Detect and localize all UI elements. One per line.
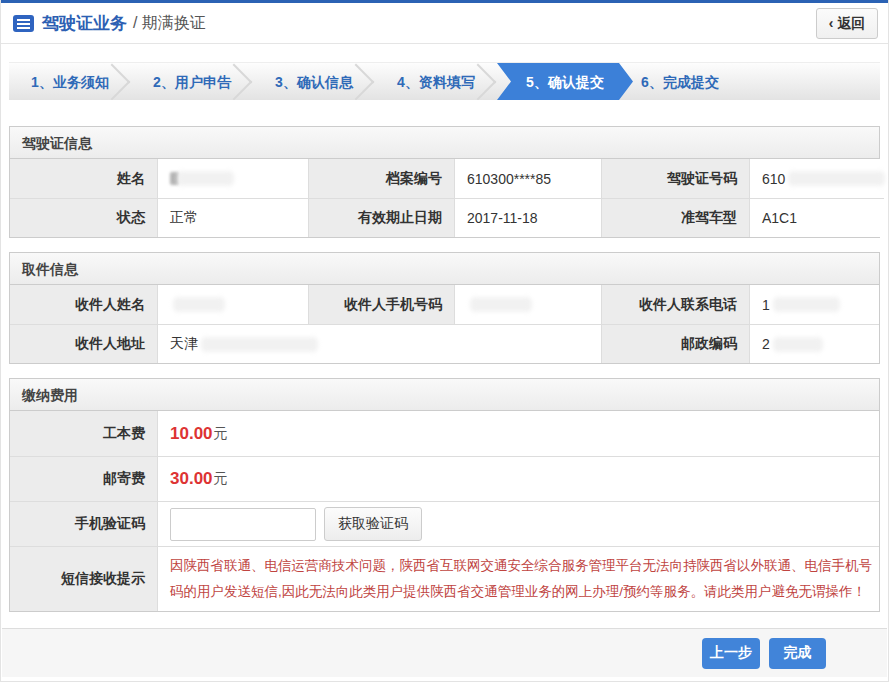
- redacted-blur: [178, 172, 233, 185]
- page-title: 驾驶证业务: [42, 12, 127, 35]
- step-6: 6、完成提交: [619, 63, 741, 100]
- section-title: 取件信息: [10, 253, 879, 285]
- field-value-text: 1: [762, 297, 770, 313]
- content: 驾驶证信息姓名 档案编号 610300****85 驾驶证号码 610 状态正常 有效期止日…: [1, 126, 888, 612]
- fee-value: 10.00元: [157, 411, 879, 456]
- field-value-text: 610: [762, 171, 785, 187]
- redacted-blur: [174, 298, 224, 311]
- redacted-blur: [789, 172, 884, 185]
- fee-value: 30.00元: [157, 456, 879, 501]
- field-label: 状态: [10, 198, 157, 237]
- field-value: [157, 285, 308, 324]
- field-value-text: A1C1: [762, 210, 797, 226]
- fee-amount: 10.00: [170, 424, 213, 444]
- field-value-text: 正常: [170, 209, 198, 227]
- field-label: 收件人姓名: [10, 285, 157, 324]
- field-label: 驾驶证号码: [601, 159, 749, 198]
- step-separator-chevron: [216, 64, 253, 100]
- field-value-text: 天津: [170, 335, 198, 353]
- field-label: 收件人联系电话: [601, 285, 749, 324]
- field-value: 610: [749, 159, 884, 198]
- field-value-text: 2: [762, 336, 770, 352]
- field-label: 收件人地址: [10, 324, 157, 363]
- fee-value: 因陕西省联通、电信运营商技术问题，陕西省互联网交通安全综合服务管理平台无法向持陕…: [157, 546, 879, 611]
- section-fees: 缴纳费用工本费10.00元邮寄费30.00元手机验证码获取验证码短信接收提示因陕…: [9, 378, 880, 612]
- fee-unit: 元: [214, 470, 228, 488]
- field-label: 邮政编码: [601, 324, 749, 363]
- redacted-blur: [202, 338, 317, 351]
- step-separator-chevron: [94, 64, 131, 100]
- field-value: 610300****85: [454, 159, 601, 198]
- step-breadcrumb: 1、业务须知2、用户申告3、确认信息4、资料填写5、确认提交6、完成提交: [9, 62, 880, 100]
- previous-step-button[interactable]: 上一步: [702, 638, 760, 669]
- verification-code-input[interactable]: [170, 508, 316, 541]
- field-label: 姓名: [10, 159, 157, 198]
- page: 驾驶证业务 / 期满换证 ‹ 返回 1、业务须知2、用户申告3、确认信息4、资料…: [0, 0, 889, 682]
- back-button[interactable]: ‹ 返回: [816, 8, 878, 39]
- redacted-blur: [774, 338, 822, 351]
- section: 驾驶证信息姓名 档案编号 610300****85 驾驶证号码 610 状态正常 有效期止日…: [9, 126, 880, 238]
- field-label: 准驾车型: [601, 198, 749, 237]
- redacted-blur: [471, 298, 531, 311]
- field-value: 天津: [157, 324, 601, 363]
- step-2: 2、用户申告: [131, 63, 253, 100]
- redacted-blur: [774, 298, 839, 311]
- step-separator-chevron: [338, 64, 375, 100]
- breadcrumb: / 期满换证: [133, 13, 206, 34]
- fee-label: 手机验证码: [10, 501, 157, 546]
- back-label: 返回: [837, 15, 865, 31]
- fee-value: 获取验证码: [157, 501, 879, 546]
- list-icon: [13, 15, 34, 32]
- field-value: 2: [749, 324, 879, 363]
- field-value: A1C1: [749, 198, 884, 237]
- field-value-text: 2017-11-18: [467, 210, 538, 226]
- field-value: 正常: [157, 198, 308, 237]
- field-label: 档案编号: [308, 159, 454, 198]
- fee-unit: 元: [214, 425, 228, 443]
- field-value: [454, 285, 601, 324]
- back-chevron-icon: ‹: [829, 15, 838, 31]
- header: 驾驶证业务 / 期满换证 ‹ 返回: [1, 3, 888, 44]
- field-label: 收件人手机号码: [308, 285, 454, 324]
- step-4: 4、资料填写: [375, 63, 497, 100]
- field-label: 有效期止日期: [308, 198, 454, 237]
- fee-label: 工本费: [10, 411, 157, 456]
- fee-label: 短信接收提示: [10, 546, 157, 611]
- finish-button[interactable]: 完成: [769, 638, 826, 669]
- field-value: [157, 159, 308, 198]
- field-value: 2017-11-18: [454, 198, 601, 237]
- get-verification-code-button[interactable]: 获取验证码: [324, 507, 422, 541]
- section-title: 缴纳费用: [10, 379, 879, 411]
- step-1: 1、业务须知: [9, 63, 131, 100]
- fee-amount: 30.00: [170, 469, 213, 489]
- step-5: 5、确认提交: [497, 63, 633, 100]
- sms-notice-text: 因陕西省联通、电信运营商技术问题，陕西省互联网交通安全综合服务管理平台无法向持陕…: [170, 553, 877, 605]
- step-separator-chevron: [460, 64, 497, 100]
- section-title: 驾驶证信息: [10, 127, 879, 159]
- footer: 上一步 完成: [2, 628, 887, 677]
- section: 取件信息收件人姓名 收件人手机号码 收件人联系电话 1 收件人地址天津 邮政编码 2: [9, 252, 880, 364]
- field-value: 1: [749, 285, 879, 324]
- field-value-text: 610300****85: [467, 171, 551, 187]
- fee-label: 邮寄费: [10, 456, 157, 501]
- step-3: 3、确认信息: [253, 63, 375, 100]
